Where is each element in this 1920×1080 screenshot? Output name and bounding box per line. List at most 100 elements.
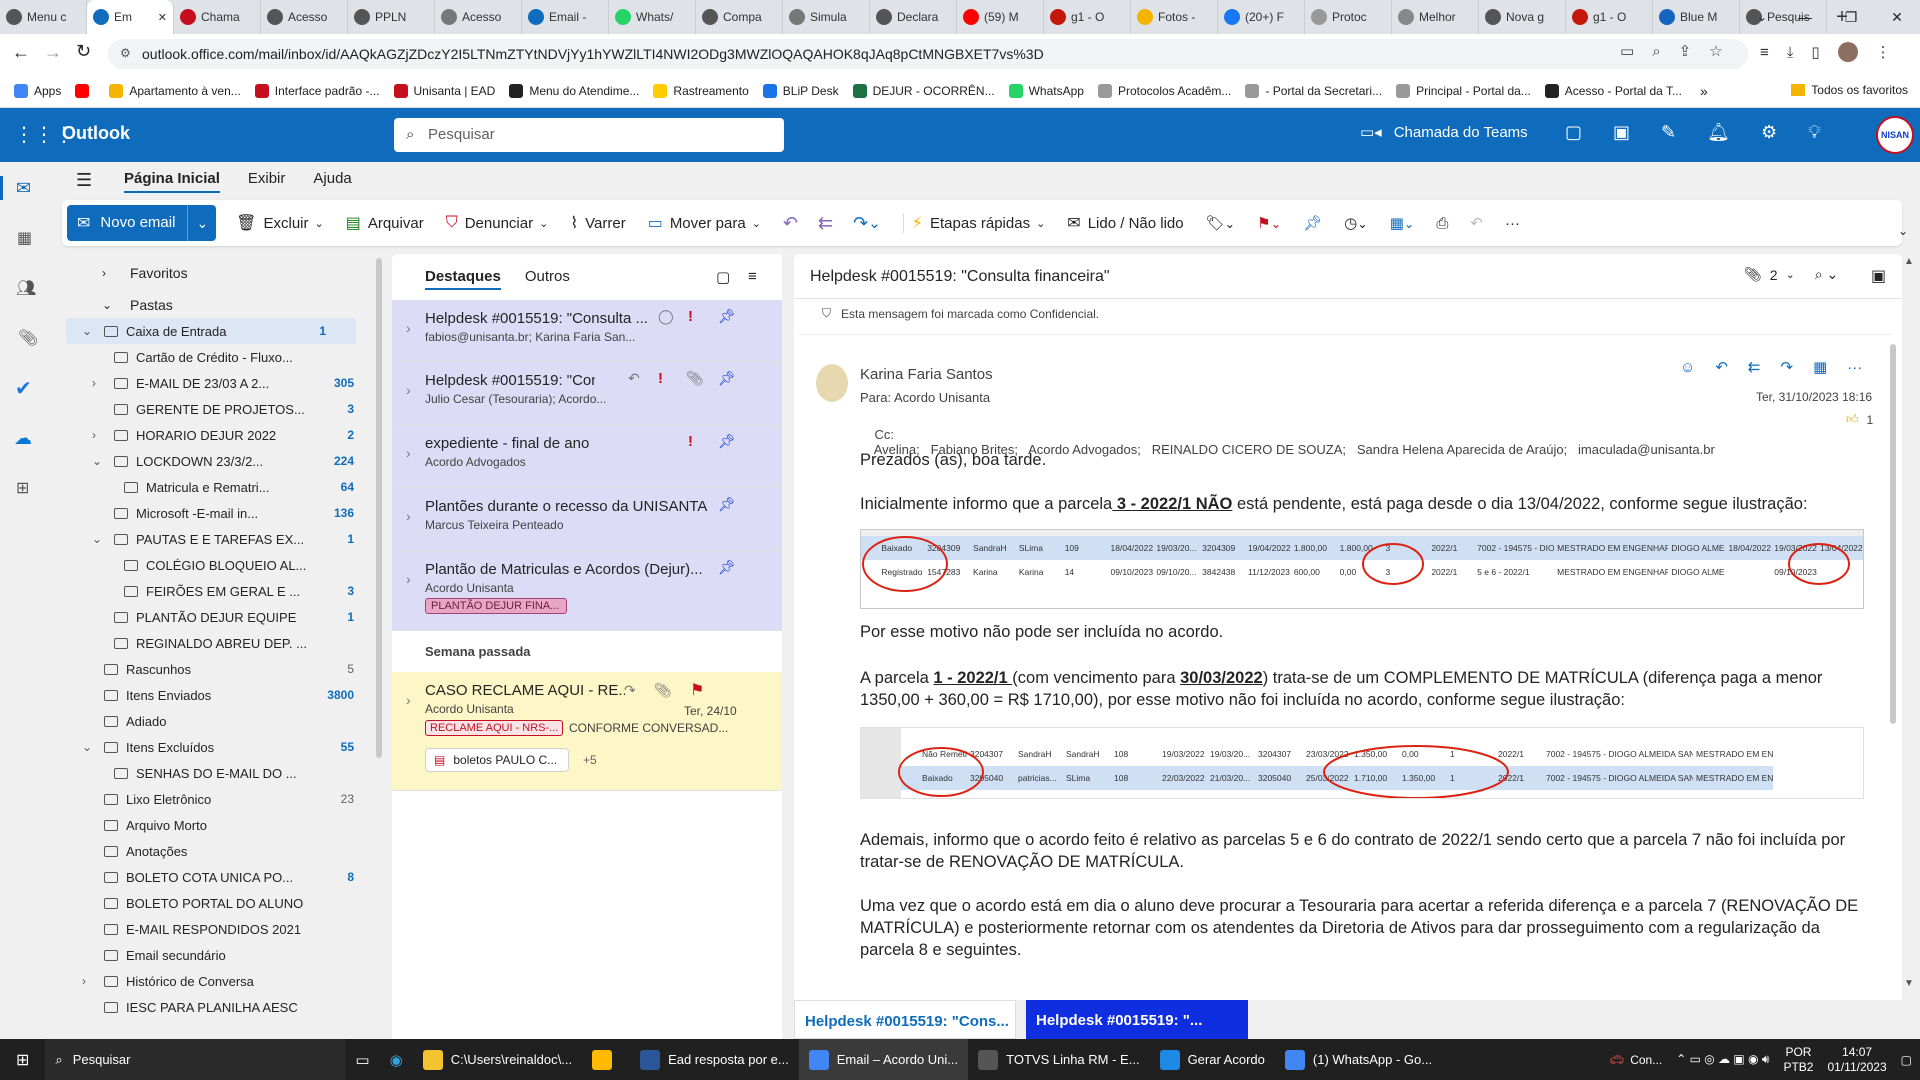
folder-item[interactable]: Email secundário <box>62 942 384 968</box>
taskbar-app[interactable] <box>582 1039 630 1080</box>
tab-view[interactable]: Exibir <box>248 170 286 193</box>
back-icon[interactable]: ← <box>12 42 30 63</box>
browser-tab[interactable]: Menu c <box>0 0 87 34</box>
emoji-icon[interactable]: ☺ <box>1680 359 1695 376</box>
task-view-icon[interactable]: ▭ <box>345 1039 379 1080</box>
list-item[interactable]: › expediente - final de ano Acordo Advog… <box>392 425 786 488</box>
list-item[interactable]: › CASO RECLAME AQUI - RE... Acordo Unisa… <box>392 672 786 791</box>
browser-tab[interactable]: Nova g <box>1479 0 1566 34</box>
language-indicator[interactable]: POR PTB2 <box>1783 1045 1813 1075</box>
browser-tab[interactable]: Acesso <box>435 0 522 34</box>
bookmark-item[interactable]: Rastreamento <box>653 83 749 98</box>
reply-icon[interactable]: ↶ <box>1715 358 1728 376</box>
chevron-right-icon[interactable]: › <box>92 428 96 442</box>
apps-icon[interactable]: ▦ <box>1813 358 1827 376</box>
browser-tab[interactable]: Protoc <box>1305 0 1392 34</box>
browser-tab[interactable]: (20+) F <box>1218 0 1305 34</box>
browser-tab[interactable]: Declara <box>870 0 957 34</box>
filter-icon[interactable]: ≡ <box>748 268 757 285</box>
to-recipients[interactable]: Acordo Unisanta <box>894 390 990 405</box>
folder-item[interactable]: Arquivo Morto <box>62 812 384 838</box>
share-icon[interactable]: ⇪ <box>1679 42 1692 60</box>
chevron-down-icon[interactable]: ⌄ <box>92 454 102 468</box>
reading-list-icon[interactable]: ≡ <box>1760 44 1769 61</box>
chat-icon[interactable]: ▢ <box>1565 122 1582 143</box>
forward-mail-icon[interactable]: ↷ ⌄ <box>853 213 881 234</box>
read-unread-button[interactable]: ✉ Lido / Não lido <box>1067 213 1183 233</box>
download-icon[interactable]: ⤓ <box>1787 44 1794 61</box>
menu-icon[interactable]: ⋮ <box>1876 43 1891 61</box>
bookmark-item[interactable]: Unisanta | EAD <box>393 83 495 98</box>
bookmark-item[interactable]: - Portal da Secretari... <box>1245 83 1382 98</box>
forward-icon[interactable]: → <box>44 42 62 63</box>
undo-icon[interactable]: ↶ <box>1470 214 1483 232</box>
bookmark-item[interactable]: Interface padrão -... <box>254 83 380 98</box>
windows-start-icon[interactable]: ⊞ <box>0 1039 45 1080</box>
browser-tab[interactable]: Fotos - <box>1131 0 1218 34</box>
attachment-icon[interactable]: 📎︎ <box>18 328 38 348</box>
new-mail-button[interactable]: ✉ Novo email ⌄ <box>67 205 217 241</box>
folder-item[interactable]: ⌄ Itens Excluídos 55 <box>62 734 384 760</box>
folder-item[interactable]: ⌄ Caixa de Entrada 1 <box>66 318 356 344</box>
folder-item[interactable]: BOLETO COTA UNICA PO... 8 <box>62 864 384 890</box>
bookmark-item[interactable]: Principal - Portal da... <box>1396 83 1531 98</box>
bookmark-item[interactable]: Menu do Atendime... <box>509 83 639 98</box>
browser-tab[interactable]: Whats/ <box>609 0 696 34</box>
maximize-icon[interactable]: ❐ <box>1828 9 1874 26</box>
clock[interactable]: 14:07 01/11/2023 <box>1827 1045 1886 1075</box>
browser-tab[interactable]: Compa <box>696 0 783 34</box>
install-icon[interactable]: ▭ <box>1620 42 1634 60</box>
people-icon[interactable]: 👥︎ <box>16 278 36 298</box>
tips-icon[interactable]: 💡︎ <box>1808 122 1821 143</box>
url-input[interactable]: outlook.office.com/mail/inbox/id/AAQkAGZ… <box>108 39 1748 69</box>
pin-icon[interactable]: 📌︎ <box>1303 214 1322 232</box>
bookmark-star-icon[interactable]: ☆ <box>1709 42 1722 60</box>
folder-item[interactable]: Rascunhos 5 <box>62 656 384 682</box>
folder-item[interactable]: › E-MAIL DE 23/03 A 2... 305 <box>62 370 384 396</box>
browser-tab[interactable]: PPLN <box>348 0 435 34</box>
select-mode-icon[interactable]: ▢ <box>716 268 730 286</box>
chevron-right-icon[interactable]: › <box>82 974 86 988</box>
ribbon-expand-icon[interactable]: ⌄ <box>1898 224 1908 238</box>
reply-all-icon[interactable]: ⇇ <box>818 213 833 234</box>
list-item[interactable]: › Helpdesk #0015519: "Consulta ... fabio… <box>392 300 786 362</box>
hamburger-icon[interactable]: ☰ <box>76 170 92 191</box>
chevron-right-icon[interactable]: › <box>92 376 96 390</box>
favorites-header[interactable]: › Favoritos <box>62 260 384 286</box>
folder-item[interactable]: › HORARIO DEJUR 2022 2 <box>62 422 384 448</box>
folder-item[interactable]: FEIRÕES EM GERAL E ... 3 <box>62 578 384 604</box>
browser-tab[interactable]: Acesso <box>261 0 348 34</box>
reply-icon[interactable]: ↶ <box>783 213 798 234</box>
bookmark-item[interactable]: DEJUR - OCORRÊN... <box>852 83 995 98</box>
browser-tab[interactable]: Simula <box>783 0 870 34</box>
scroll-down-icon[interactable]: ▼ <box>1904 978 1914 989</box>
search-input[interactable]: Pesquisar <box>394 118 784 152</box>
move-to-button[interactable]: ▭ Mover para ⌄ <box>648 213 761 233</box>
tab-home[interactable]: Página Inicial <box>124 170 220 193</box>
zoom-icon[interactable]: ⌕ <box>1652 43 1660 60</box>
pin-icon[interactable]: 📌︎ <box>718 370 736 387</box>
avatar[interactable]: NISAN <box>1876 116 1914 154</box>
taskbar-search[interactable]: ⌕ Pesquisar <box>45 1039 346 1080</box>
tab-other[interactable]: Outros <box>525 268 570 290</box>
folder-item[interactable]: Adiado <box>62 708 384 734</box>
calendar-icon[interactable]: ▦ <box>17 228 32 248</box>
bell-icon[interactable]: 🔔︎ <box>1707 122 1730 143</box>
pin-icon[interactable]: 📌︎ <box>718 433 736 450</box>
bookmark-item[interactable]: Protocolos Acadêm... <box>1097 83 1231 98</box>
browser-tab[interactable]: (59) M <box>957 0 1044 34</box>
folder-item[interactable]: REGINALDO ABREU DEP. ... <box>62 630 384 656</box>
edge-icon[interactable]: ◉ <box>380 1039 413 1080</box>
tab-focused[interactable]: Destaques <box>425 268 501 290</box>
new-mail-dropdown-icon[interactable]: ⌄ <box>188 215 216 232</box>
folder-item[interactable]: PLANTÃO DEJUR EQUIPE 1 <box>62 604 384 630</box>
close-icon[interactable]: ✕ <box>1874 9 1920 26</box>
tab-help[interactable]: Ajuda <box>313 170 351 193</box>
bookmark-item[interactable] <box>75 83 95 98</box>
profile-avatar[interactable] <box>1837 42 1858 62</box>
chevron-down-icon[interactable]: ⌄ <box>82 740 92 754</box>
gear-icon[interactable]: ⚙ <box>1761 122 1777 143</box>
report-button[interactable]: ⛉ Denunciar ⌄ <box>446 214 549 232</box>
bookmarks-overflow[interactable]: » <box>1700 83 1708 99</box>
pin-icon[interactable]: 📌︎ <box>718 559 736 576</box>
